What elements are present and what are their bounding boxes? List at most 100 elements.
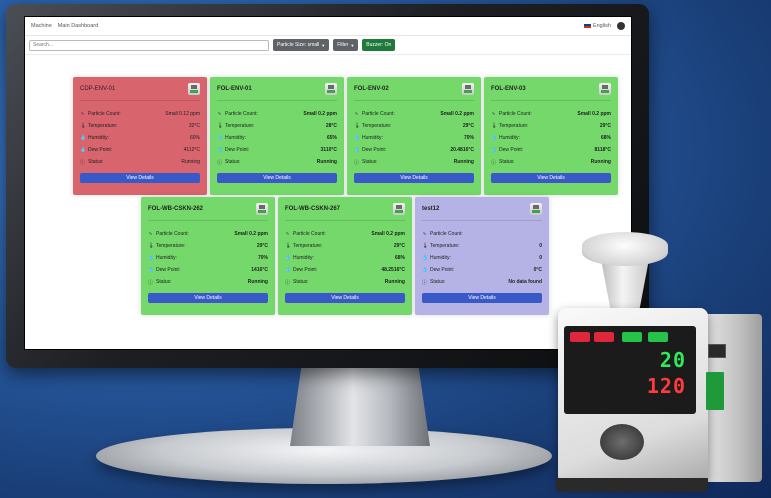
humidity-label: Humidity: bbox=[362, 135, 383, 141]
row-label-wrap: 💧 Dew Point: bbox=[491, 147, 523, 153]
card-header: CDP-ENV-01 bbox=[80, 81, 200, 97]
row-label-wrap: ⓘ Status: bbox=[217, 159, 241, 166]
machine-card: FOL-WB-CSKN-267 ∿ Particle Count: Small … bbox=[278, 197, 412, 315]
dew-point-value: 0°C bbox=[533, 267, 542, 273]
row-label-wrap: ⓘ Status: bbox=[354, 159, 378, 166]
view-details-label: View Details bbox=[331, 295, 359, 301]
status-value: No data found bbox=[508, 279, 542, 285]
dew-point-label: Dew Point: bbox=[430, 267, 455, 273]
status-value: Running bbox=[181, 159, 200, 165]
humidity-value: 70% bbox=[257, 255, 268, 261]
temperature-value: 29°C bbox=[599, 123, 611, 129]
droplet-icon: 💧 bbox=[354, 135, 361, 141]
view-details-button[interactable]: View Details bbox=[80, 173, 200, 183]
info-icon: ⓘ bbox=[422, 279, 428, 286]
droplet-icon: 💧 bbox=[80, 135, 87, 141]
row-label-wrap: 🌡 Temperature: bbox=[354, 123, 391, 129]
filter-label: Filter bbox=[337, 42, 349, 48]
info-icon: ⓘ bbox=[80, 159, 86, 166]
sensor-device-icon bbox=[188, 83, 200, 95]
avatar[interactable] bbox=[617, 22, 625, 30]
thermometer-icon: 🌡 bbox=[285, 243, 292, 249]
row-label-wrap: 💧 Humidity: bbox=[491, 135, 520, 141]
view-details-button[interactable]: View Details bbox=[285, 293, 405, 303]
card-title: FOL-ENV-03 bbox=[491, 86, 526, 92]
filter-dropdown[interactable]: Filter ▼ bbox=[333, 39, 359, 51]
info-icon: ⓘ bbox=[285, 279, 291, 286]
dew-point-label: Dew Point: bbox=[362, 147, 387, 153]
view-details-button[interactable]: View Details bbox=[491, 173, 611, 183]
row-label-wrap: ∿ Particle Count: bbox=[80, 111, 120, 117]
row-label-wrap: 💧 Humidity: bbox=[285, 255, 314, 261]
row-label-wrap: ∿ Particle Count: bbox=[491, 111, 531, 117]
sensor-base bbox=[556, 478, 708, 492]
card-row-temperature: 🌡 Temperature: 29°C bbox=[285, 240, 405, 252]
wave-icon: ∿ bbox=[217, 111, 222, 117]
dew-point-label: Dew Point: bbox=[293, 267, 318, 273]
language-selector[interactable]: English bbox=[583, 22, 625, 30]
particle-count-value: Small 0.12 ppm bbox=[165, 111, 200, 117]
row-label-wrap: ∿ Particle Count: bbox=[217, 111, 258, 117]
temperature-value: 28°C bbox=[325, 123, 337, 129]
particle-count-label: Particle Count: bbox=[225, 111, 258, 117]
red-indicator-led bbox=[594, 332, 614, 342]
view-details-label: View Details bbox=[263, 175, 291, 181]
search-input[interactable] bbox=[29, 39, 269, 51]
row-label-wrap: 🌡 Temperature: bbox=[80, 123, 117, 129]
card-row-particle-count: ∿ Particle Count: Small 0.2 ppm bbox=[217, 108, 337, 120]
temperature-label: Temperature: bbox=[430, 243, 460, 249]
row-label-wrap: 💧 Dew Point: bbox=[285, 267, 317, 273]
breadcrumb-machine[interactable]: Machine bbox=[31, 23, 52, 29]
temperature-value: 29°C bbox=[393, 243, 405, 249]
humidity-label: Humidity: bbox=[225, 135, 246, 141]
droplet-icon: 💧 bbox=[80, 147, 87, 153]
dew-point-value: 8118°C bbox=[594, 147, 611, 153]
wave-icon: ∿ bbox=[285, 231, 290, 237]
droplet-icon: 💧 bbox=[422, 267, 429, 273]
machine-card: test12 ∿ Particle Count: 🌡 Temperature: … bbox=[415, 197, 549, 315]
row-label-wrap: 💧 Dew Point: bbox=[422, 267, 454, 273]
status-value: Running bbox=[316, 159, 337, 165]
dew-point-value: 1416°C bbox=[251, 267, 268, 273]
view-details-button[interactable]: View Details bbox=[354, 173, 474, 183]
status-value: Running bbox=[590, 159, 611, 165]
status-value: Running bbox=[453, 159, 474, 165]
droplet-icon: 💧 bbox=[217, 135, 224, 141]
particle-size-dropdown[interactable]: Particle Size: small ▼ bbox=[273, 39, 330, 51]
temperature-value: 29°C bbox=[256, 243, 268, 249]
card-divider bbox=[285, 220, 405, 221]
row-label-wrap: 💧 Humidity: bbox=[217, 135, 246, 141]
breadcrumb-main-dashboard[interactable]: Main Dashboard bbox=[58, 23, 98, 29]
view-details-button[interactable]: View Details bbox=[148, 293, 268, 303]
dew-point-value: 48.2516°C bbox=[381, 267, 405, 273]
machine-card: FOL-ENV-01 ∿ Particle Count: Small 0.2 p… bbox=[210, 77, 344, 195]
sensor-inlet-funnel bbox=[582, 232, 668, 266]
card-title: FOL-WB-CSKN-267 bbox=[285, 206, 340, 212]
card-header: test12 bbox=[422, 201, 542, 217]
machine-card: FOL-ENV-02 ∿ Particle Count: Small 0.2 p… bbox=[347, 77, 481, 195]
humidity-label: Humidity: bbox=[430, 255, 451, 261]
green-indicator-led bbox=[622, 332, 642, 342]
view-details-button[interactable]: View Details bbox=[217, 173, 337, 183]
row-label-wrap: 💧 Humidity: bbox=[354, 135, 383, 141]
view-details-label: View Details bbox=[126, 175, 154, 181]
row-label-wrap: 💧 Humidity: bbox=[80, 135, 109, 141]
view-details-label: View Details bbox=[468, 295, 496, 301]
row-label-wrap: 💧 Humidity: bbox=[148, 255, 177, 261]
card-row-temperature: 🌡 Temperature: 29°C bbox=[148, 240, 268, 252]
humidity-value: 68% bbox=[394, 255, 405, 261]
status-value: Running bbox=[247, 279, 268, 285]
buzzer-toggle-button[interactable]: Buzzer: On bbox=[362, 39, 396, 51]
sensor-keypad bbox=[600, 424, 644, 460]
sensor-device-icon bbox=[393, 203, 405, 215]
dew-point-value: 20.4816°C bbox=[450, 147, 474, 153]
sensor-display-bottom: 120 bbox=[646, 374, 686, 398]
view-details-button[interactable]: View Details bbox=[422, 293, 542, 303]
card-divider bbox=[422, 220, 542, 221]
particle-count-value: Small 0.2 ppm bbox=[371, 231, 405, 237]
card-row-status: ⓘ Status: Running bbox=[148, 276, 268, 288]
card-row-particle-count: ∿ Particle Count: Small 0.2 ppm bbox=[354, 108, 474, 120]
humidity-label: Humidity: bbox=[499, 135, 520, 141]
toolbar: Particle Size: small ▼ Filter ▼ Buzzer: … bbox=[25, 36, 631, 55]
temperature-value: 29°C bbox=[462, 123, 474, 129]
